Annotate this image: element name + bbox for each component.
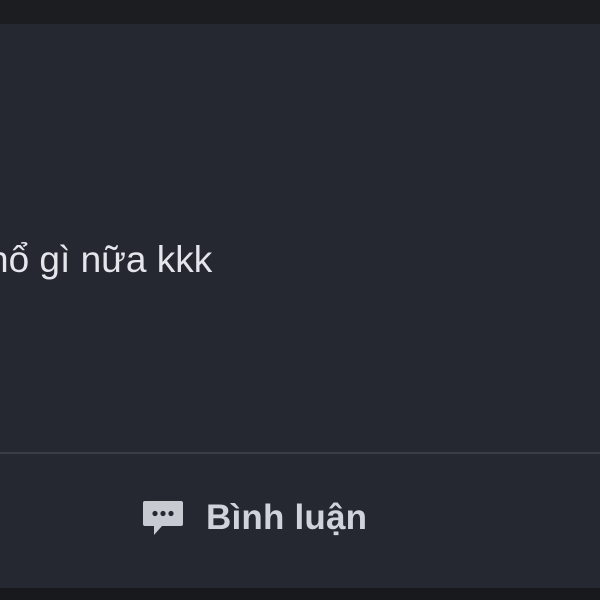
post-card: hổ gì nữa kkk Bình luận [0, 24, 600, 588]
top-bar [0, 0, 600, 24]
bottom-bar [0, 588, 600, 600]
actions-divider [0, 452, 600, 454]
comment-button[interactable]: Bình luận [130, 488, 396, 548]
post-text: hổ gì nữa kkk [0, 239, 213, 280]
post-view: hổ gì nữa kkk Bình luận [0, 0, 600, 600]
comment-icon [140, 495, 186, 541]
comment-label: Bình luận [206, 498, 368, 537]
